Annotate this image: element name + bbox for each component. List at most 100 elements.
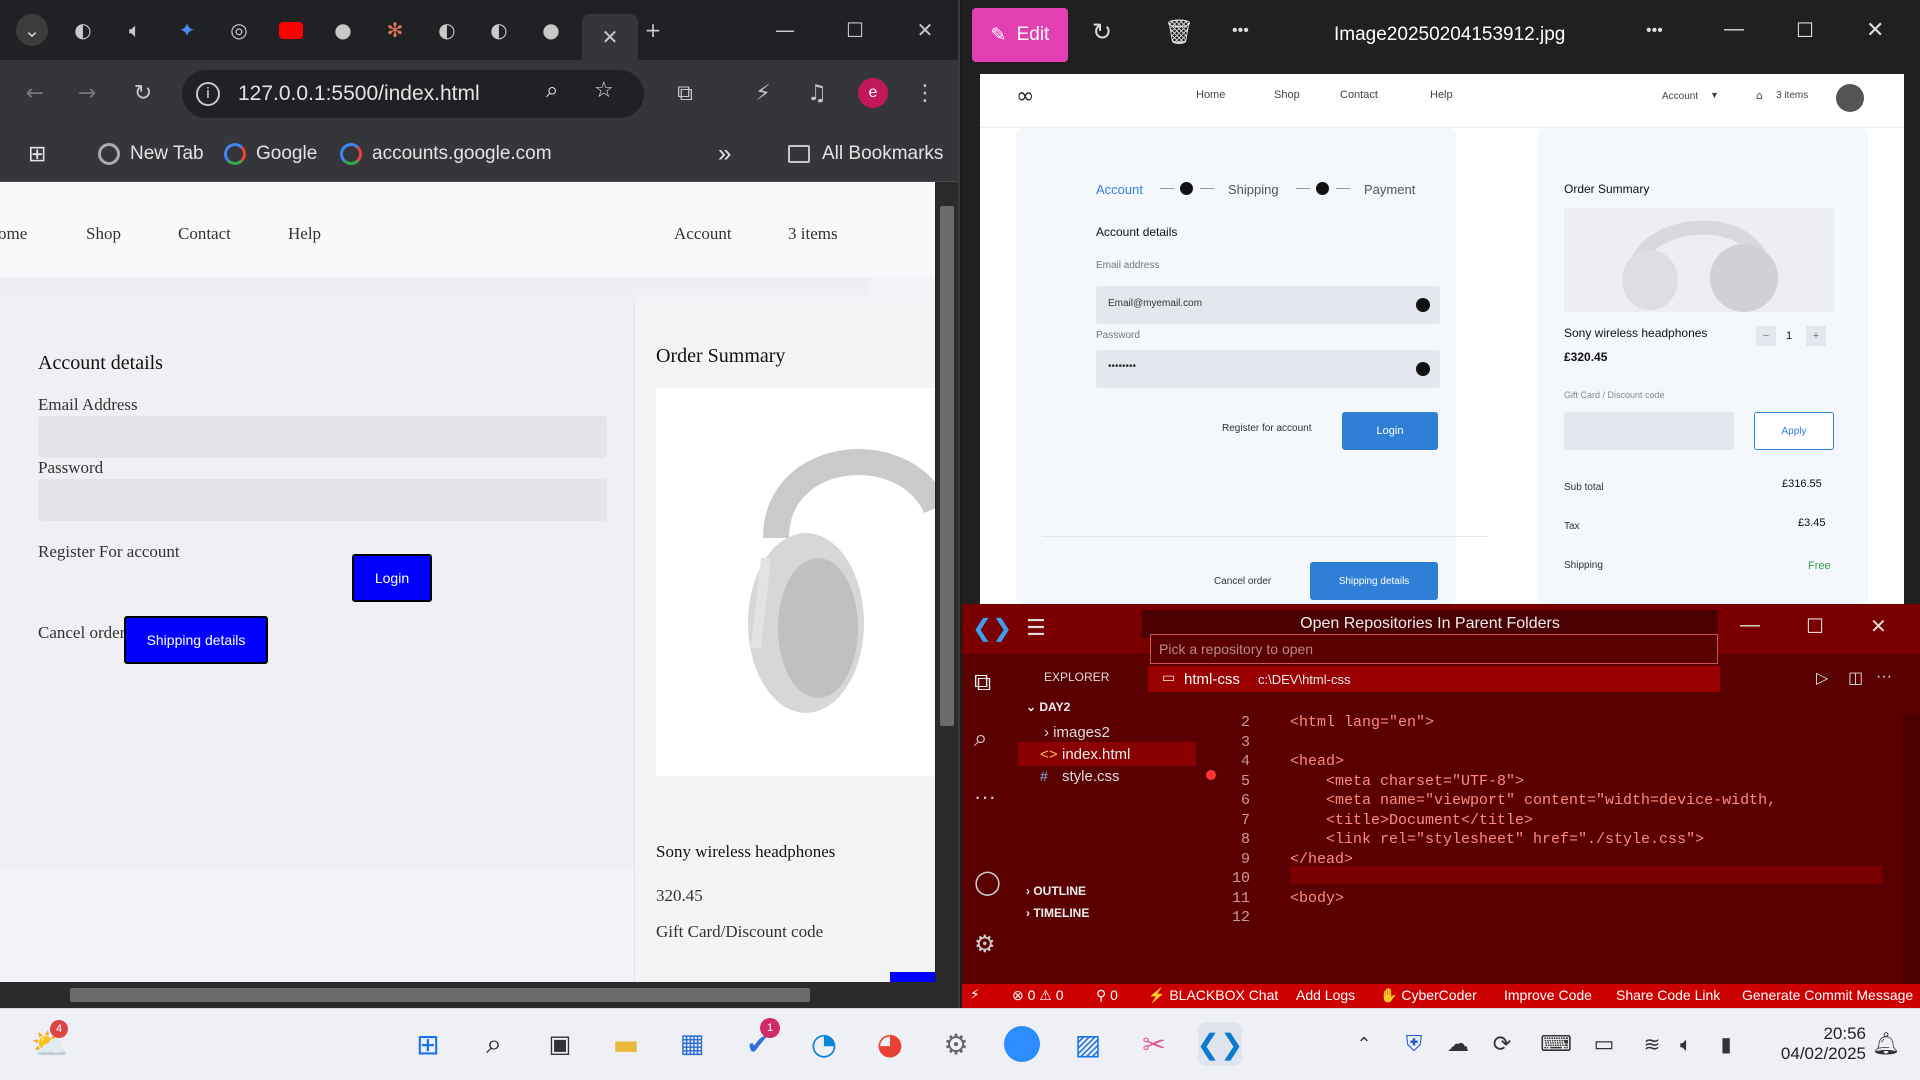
weather-widget[interactable]: ⛅ 4 (28, 1020, 72, 1066)
code-editor[interactable]: 2 3 4 5 6 7 8 9 10 11 12 <html lang="en"> <head> <m… (1198, 714, 1920, 984)
settings-gear-icon[interactable]: ⚙ (974, 930, 996, 958)
bookmark-google[interactable]: Google (224, 138, 317, 170)
chrome-icon[interactable]: ◕ (868, 1022, 912, 1066)
volume-icon[interactable]: 🔈︎ (1664, 1022, 1708, 1066)
vertical-scrollbar[interactable] (936, 182, 958, 982)
forward-icon[interactable]: → (70, 76, 104, 110)
horizontal-scrollbar[interactable] (0, 982, 958, 1008)
new-tab-button[interactable]: + (638, 15, 668, 45)
photos-minimize-button[interactable]: — (1724, 18, 1744, 41)
notifications-bell-icon[interactable]: 🔔︎ (1864, 1022, 1908, 1066)
file-explorer-icon[interactable]: ▬ (604, 1022, 648, 1066)
defender-icon[interactable]: ⛨ (1392, 1022, 1436, 1066)
timeline-section[interactable]: › TIMELINE (1026, 906, 1089, 920)
extension-icon[interactable]: ⚡︎ (746, 76, 780, 110)
cancel-order-link[interactable]: Cancel order (38, 623, 125, 643)
store-icon[interactable]: ▦ (670, 1022, 714, 1066)
reload-icon[interactable]: ↻ (126, 76, 160, 110)
split-editor-icon[interactable]: ◫ (1848, 668, 1863, 687)
tab-globe-icon-3[interactable]: ◐ (484, 15, 514, 45)
rotate-icon[interactable]: ↻ (1092, 18, 1112, 46)
shipping-details-button[interactable]: Shipping details (124, 616, 268, 664)
tab-gemini-icon[interactable]: ✦ (172, 15, 202, 45)
url-text[interactable]: 127.0.0.1:5500/index.html (238, 82, 480, 106)
bookmarks-overflow-button[interactable]: » (718, 138, 731, 170)
media-controls-icon[interactable]: ♫ (800, 76, 834, 110)
status-improve-code[interactable]: Improve Code (1504, 987, 1592, 1003)
tab-globe-icon[interactable]: ◐ (68, 15, 98, 45)
outline-section[interactable]: › OUTLINE (1026, 884, 1086, 898)
photos-menu-icon[interactable]: ••• (1646, 22, 1663, 40)
site-info-icon[interactable]: i (196, 82, 220, 106)
vscode-minimize-button[interactable]: — (1740, 614, 1760, 637)
zoom-icon[interactable]: ⌕ (546, 78, 558, 103)
photos-close-button[interactable]: ✕ (1866, 18, 1884, 43)
email-input[interactable] (38, 416, 607, 458)
taskbar-search-icon[interactable]: ⌕ (472, 1022, 516, 1066)
extensions-icon[interactable]: ⧉ (668, 76, 702, 110)
apply-button-partial[interactable] (890, 972, 935, 982)
battery-icon[interactable]: ▮ (1704, 1022, 1748, 1066)
status-add-logs[interactable]: Add Logs (1296, 987, 1355, 1003)
status-cybercoder[interactable]: ✋ CyberCoder (1380, 987, 1477, 1004)
profile-avatar[interactable]: e (856, 76, 890, 110)
layout-icon[interactable]: ▭ (1582, 1022, 1626, 1066)
all-bookmarks-button[interactable]: All Bookmarks (788, 138, 943, 170)
tab-search-button[interactable]: ⌄ (16, 14, 48, 46)
register-link[interactable]: Register For account (38, 542, 180, 562)
todo-icon[interactable]: ✔ 1 (736, 1018, 780, 1066)
snipping-tool-icon[interactable]: ✂ (1132, 1022, 1176, 1066)
bookmark-accounts-google[interactable]: accounts.google.com (340, 138, 552, 170)
start-button[interactable]: ⊞ (406, 1022, 450, 1066)
browser-menu-icon[interactable]: ⋮ (908, 76, 942, 110)
photos-maximize-button[interactable]: ☐ (1796, 18, 1814, 42)
maximize-button[interactable]: ☐ (840, 15, 870, 45)
password-input[interactable] (38, 479, 607, 521)
edge-icon[interactable]: ◔ (802, 1022, 846, 1066)
problems-status[interactable]: ⊗ 0 ⚠ 0 (1012, 987, 1064, 1004)
search-icon[interactable]: ⌕ (974, 724, 987, 752)
active-tab-close-icon[interactable]: ✕ (582, 14, 638, 60)
nav-shop-link[interactable]: Shop (86, 224, 121, 244)
tab-claude-icon[interactable]: ✻ (380, 15, 410, 45)
photos-app-icon[interactable]: ▨ (1066, 1022, 1110, 1066)
remote-icon[interactable]: ⚡︎ (970, 987, 980, 1003)
tab-github-icon-2[interactable]: ● (536, 15, 566, 45)
keyboard-icon[interactable]: ⌨ (1534, 1022, 1578, 1066)
more-views-icon[interactable]: ··· (974, 784, 996, 810)
tree-item-images2[interactable]: › images2 (1044, 724, 1110, 741)
editor-more-icon[interactable]: ··· (1876, 668, 1892, 686)
clock[interactable]: 20:56 04/02/2025 (1756, 1024, 1866, 1068)
run-icon[interactable]: ▷ (1816, 668, 1828, 688)
onedrive-icon[interactable]: ☁ (1436, 1022, 1480, 1066)
vscode-menu-icon[interactable]: ☰ (1026, 616, 1046, 641)
apps-grid-icon[interactable]: ⊞ (28, 138, 46, 170)
minimize-button[interactable]: — (770, 15, 800, 45)
tree-item-index-html[interactable]: index.html (1062, 746, 1130, 763)
back-icon[interactable]: ← (18, 76, 52, 110)
tab-audio-icon[interactable]: 🔈︎ (120, 15, 150, 45)
explorer-icon[interactable]: ⧉ (974, 668, 991, 696)
bookmark-star-icon[interactable]: ☆ (594, 78, 614, 103)
nav-home-link[interactable]: ome (0, 224, 27, 244)
task-view-icon[interactable]: ▣ (538, 1022, 582, 1066)
zoom-icon[interactable] (1000, 1022, 1044, 1066)
sync-icon[interactable]: ⟳ (1480, 1022, 1524, 1066)
tree-item-style-css[interactable]: style.css (1062, 768, 1120, 785)
close-window-button[interactable]: ✕ (910, 15, 940, 45)
settings-icon[interactable]: ⚙ (934, 1022, 978, 1066)
tab-chrome-icon[interactable]: ◎ (224, 15, 254, 45)
status-blackbox-chat[interactable]: ⚡ BLACKBOX Chat (1148, 987, 1278, 1004)
status-generate-commit[interactable]: Generate Commit Message (1742, 987, 1913, 1003)
tab-github-icon[interactable]: ● (328, 15, 358, 45)
address-bar[interactable]: i 127.0.0.1:5500/index.html ⌕ ☆ (182, 70, 644, 118)
tab-globe-icon-2[interactable]: ◐ (432, 15, 462, 45)
nav-help-link[interactable]: Help (288, 224, 321, 244)
minimap[interactable] (1902, 714, 1920, 984)
nav-account-link[interactable]: Account (674, 224, 732, 244)
status-share-code-link[interactable]: Share Code Link (1616, 987, 1720, 1003)
more-options-icon[interactable]: ••• (1232, 22, 1249, 40)
tray-overflow-icon[interactable]: ⌃ (1342, 1022, 1386, 1066)
vscode-maximize-button[interactable]: ☐ (1806, 614, 1824, 638)
ports-status[interactable]: ⚲ 0 (1096, 987, 1118, 1004)
